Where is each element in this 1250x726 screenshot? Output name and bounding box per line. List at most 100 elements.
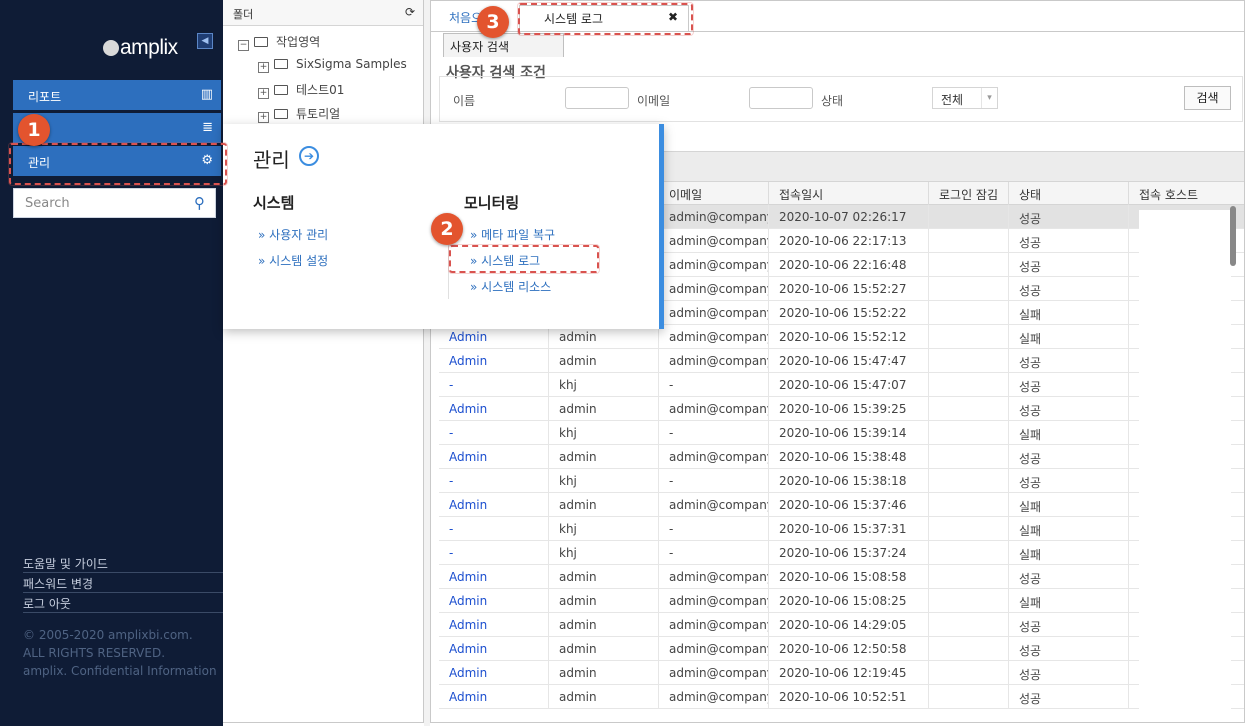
menu-system-resources[interactable]: » 시스템 리소스 (470, 278, 551, 295)
subtab-user-search[interactable]: 사용자 검색 (443, 33, 564, 57)
cell-email: admin@company. (659, 565, 769, 589)
collapse-icon[interactable]: − (238, 40, 249, 51)
search-placeholder: Search (25, 196, 70, 211)
refresh-icon[interactable]: ⟳ (405, 5, 415, 19)
cell-name[interactable]: Admin (439, 397, 549, 421)
cell-name[interactable]: Admin (439, 349, 549, 373)
tree-item-label: 튜토리얼 (296, 107, 341, 121)
status-label: 상태 (821, 94, 844, 108)
logout-link[interactable]: 로그 아웃 (23, 593, 223, 613)
cell-email: admin@company. (659, 493, 769, 517)
cell-login-locked (929, 613, 1009, 637)
table-row[interactable]: Admin admin admin@company. 2020-10-06 10:52… (439, 685, 1244, 709)
table-row[interactable]: Admin admin admin@company. 2020-10-06 15:47… (439, 349, 1244, 373)
cell-name[interactable]: Admin (439, 685, 549, 709)
change-password-link[interactable]: 패스워드 변경 (23, 573, 223, 593)
step-badge-2: 2 (431, 213, 463, 245)
copyright-line: ALL RIGHTS RESERVED. (23, 646, 166, 660)
table-row[interactable]: - khj -2020-10-06 15:47:07 성공 (439, 373, 1244, 397)
cell-access-time: 2020-10-06 15:39:25 (769, 397, 929, 421)
table-row[interactable]: Admin admin admin@company. 2020-10-06 12:19… (439, 661, 1244, 685)
cell-access-time: 2020-10-06 15:38:48 (769, 445, 929, 469)
col-header-login-locked[interactable]: 로그인 잠김 (929, 182, 1009, 205)
cell-id: admin (549, 685, 659, 709)
cell-name[interactable]: Admin (439, 613, 549, 637)
arrow-right-icon[interactable]: ➔ (299, 146, 319, 166)
col-header-email[interactable]: 이메일 (659, 182, 769, 205)
cell-status: 실패 (1009, 421, 1129, 445)
cell-status: 성공 (1009, 445, 1129, 469)
system-heading: 시스템 (253, 194, 295, 212)
col-header-status[interactable]: 상태 (1009, 182, 1129, 205)
menu-user-management[interactable]: » 사용자 관리 (258, 226, 328, 243)
cell-email: admin@company. (659, 325, 769, 349)
cell-name[interactable]: Admin (439, 589, 549, 613)
folder-icon (274, 85, 288, 95)
table-row[interactable]: Admin admin admin@company. 2020-10-06 14:29… (439, 613, 1244, 637)
cell-status: 성공 (1009, 229, 1129, 253)
table-row[interactable]: - khj -2020-10-06 15:38:18 성공 (439, 469, 1244, 493)
cell-email: - (659, 541, 769, 565)
email-label: 이메일 (637, 94, 671, 108)
search-conditions: 이름 이메일 상태 전체 ▾ 검색 (439, 76, 1243, 122)
table-row[interactable]: Admin admin admin@company. 2020-10-06 15:08… (439, 565, 1244, 589)
annotation-highlight-admin (9, 143, 227, 185)
search-button[interactable]: 검색 (1184, 86, 1231, 110)
cell-access-time: 2020-10-06 22:16:48 (769, 253, 929, 277)
table-row[interactable]: Admin admin admin@company. 2020-10-06 15:38… (439, 445, 1244, 469)
cell-access-time: 2020-10-06 14:29:05 (769, 613, 929, 637)
col-header-host[interactable]: 접속 호스트 (1129, 182, 1244, 205)
cell-access-time: 2020-10-06 15:47:47 (769, 349, 929, 373)
cell-name[interactable]: Admin (439, 565, 549, 589)
menu-system-settings[interactable]: » 시스템 설정 (258, 252, 328, 269)
cell-name[interactable]: - (439, 469, 549, 493)
name-input[interactable] (565, 87, 629, 109)
cell-name[interactable]: Admin (439, 445, 549, 469)
sidebar-search-input[interactable]: Search ⚲ (13, 188, 216, 218)
search-icon[interactable]: ⚲ (194, 194, 205, 212)
cell-status: 성공 (1009, 349, 1129, 373)
table-row[interactable]: Admin admin admin@company. 2020-10-06 15:37… (439, 493, 1244, 517)
cell-name[interactable]: - (439, 541, 549, 565)
cell-name[interactable]: - (439, 373, 549, 397)
tree-item-test01[interactable]: + 테스트01 (258, 81, 344, 99)
cell-name[interactable]: - (439, 421, 549, 445)
help-guide-link[interactable]: 도움말 및 가이드 (23, 553, 223, 573)
sidebar-item-report[interactable]: 리포트 ▥ (13, 80, 221, 110)
menu-meta-file-restore[interactable]: » 메타 파일 복구 (470, 226, 555, 243)
expand-icon[interactable]: + (258, 88, 269, 99)
cell-id: khj (549, 541, 659, 565)
table-row[interactable]: Admin admin admin@company. 2020-10-06 15:39… (439, 397, 1244, 421)
table-row[interactable]: Admin admin admin@company. 2020-10-06 15:08… (439, 589, 1244, 613)
email-input[interactable] (749, 87, 813, 109)
cell-access-time: 2020-10-06 10:52:51 (769, 685, 929, 709)
table-row[interactable]: Admin admin admin@company. 2020-10-06 12:50… (439, 637, 1244, 661)
cell-name[interactable]: Admin (439, 493, 549, 517)
cell-login-locked (929, 517, 1009, 541)
expand-icon[interactable]: + (258, 112, 269, 123)
cell-access-time: 2020-10-06 15:47:07 (769, 373, 929, 397)
cell-access-time: 2020-10-06 15:37:24 (769, 541, 929, 565)
cell-login-locked (929, 229, 1009, 253)
table-row[interactable]: - khj -2020-10-06 15:37:31 실패 (439, 517, 1244, 541)
tree-item-workspace[interactable]: − 작업영역 (238, 33, 320, 51)
tree-item-tutorial[interactable]: + 튜토리얼 (258, 105, 340, 123)
cell-name[interactable]: Admin (439, 637, 549, 661)
collapse-sidebar-icon[interactable]: ◀ (197, 33, 213, 49)
cell-status: 실패 (1009, 541, 1129, 565)
cell-name[interactable]: - (439, 517, 549, 541)
cell-name[interactable]: Admin (439, 661, 549, 685)
col-header-access-time[interactable]: 접속일시 (769, 182, 929, 205)
bar-chart-icon: ▥ (200, 87, 213, 102)
grid-scrollbar[interactable] (1230, 206, 1236, 266)
table-row[interactable]: - khj -2020-10-06 15:37:24 실패 (439, 541, 1244, 565)
cell-id: admin (549, 349, 659, 373)
annotation-highlight-system-log-link (449, 245, 599, 273)
status-select[interactable]: 전체 ▾ (932, 87, 998, 109)
cell-login-locked (929, 637, 1009, 661)
expand-icon[interactable]: + (258, 62, 269, 73)
folder-title: 폴더 (233, 8, 254, 21)
cell-id: khj (549, 469, 659, 493)
table-row[interactable]: - khj -2020-10-06 15:39:14 실패 (439, 421, 1244, 445)
tree-item-sixsigma[interactable]: + SixSigma Samples (258, 57, 407, 73)
